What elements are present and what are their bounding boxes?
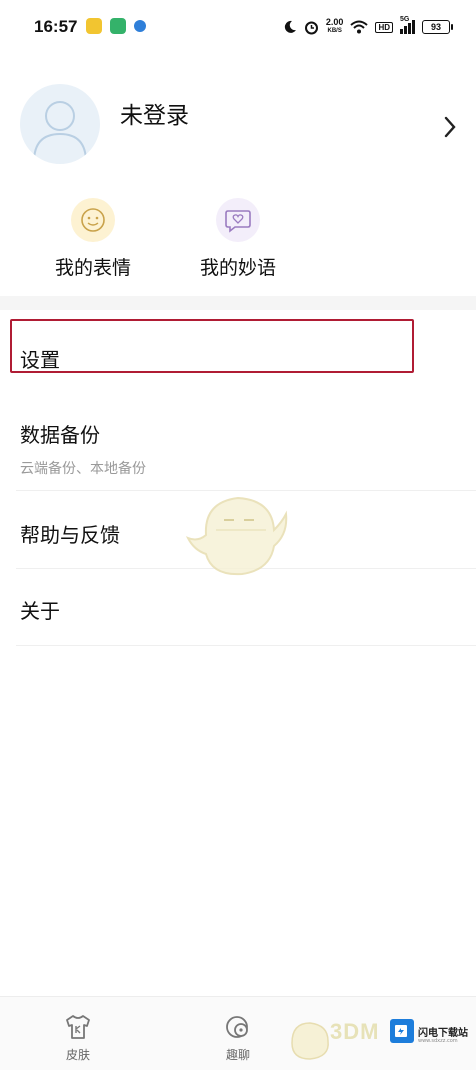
my-stickers-button[interactable]: 我的表情 bbox=[38, 195, 148, 280]
heart-chat-bubble-icon bbox=[213, 195, 263, 245]
smile-face-icon bbox=[68, 195, 118, 245]
tab-label: 皮肤 bbox=[65, 1048, 90, 1062]
quick-action-label: 我的表情 bbox=[54, 257, 131, 279]
menu-title: 关于 bbox=[20, 599, 60, 623]
signal-icon: 5G bbox=[400, 16, 415, 34]
tab-label: 趣聊 bbox=[225, 1048, 250, 1062]
watermark-brand-text: 闪电下载站 bbox=[418, 1028, 468, 1039]
download-site-logo-icon bbox=[390, 1019, 414, 1043]
watermark-logo-text: 3DM bbox=[330, 1019, 380, 1044]
hd-badge: HD bbox=[375, 21, 393, 33]
quick-action-label: 我的妙语 bbox=[199, 257, 276, 279]
network-type-label: 5G bbox=[400, 16, 410, 23]
battery-indicator: 93 bbox=[422, 20, 453, 34]
app-notification-icon-2 bbox=[110, 18, 126, 34]
divider bbox=[16, 645, 476, 646]
network-speed: 2.00 KB/S bbox=[325, 17, 344, 35]
my-phrases-button[interactable]: 我的妙语 bbox=[183, 195, 293, 280]
avatar[interactable] bbox=[20, 84, 100, 164]
menu-title: 数据备份 bbox=[20, 423, 100, 447]
menu-item-data-backup[interactable]: 数据备份 云端备份、本地备份 bbox=[0, 395, 476, 490]
app-notification-icon-1 bbox=[86, 18, 102, 34]
section-divider bbox=[0, 296, 476, 310]
chevron-right-icon[interactable] bbox=[440, 114, 460, 140]
shirt-icon bbox=[66, 1015, 90, 1039]
status-bar: 16:57 2.00 KB/S HD 5G 93 bbox=[0, 0, 476, 52]
chat-bubble-icon bbox=[226, 1016, 248, 1038]
highlight-box bbox=[10, 319, 414, 373]
wifi-icon bbox=[350, 20, 369, 34]
default-user-icon bbox=[33, 101, 87, 163]
alarm-icon bbox=[304, 21, 318, 34]
tab-chat[interactable]: 趣聊 bbox=[203, 1013, 273, 1063]
watermark-mascot-icon bbox=[186, 496, 288, 576]
app-notification-icon-3 bbox=[134, 20, 146, 32]
watermark-mascot-small-icon bbox=[291, 1022, 329, 1060]
status-time: 16:57 bbox=[34, 17, 78, 36]
watermark-site-text: www.sdxzz.com bbox=[418, 1038, 458, 1044]
login-status[interactable]: 未登录 bbox=[120, 96, 189, 130]
menu-subtitle: 云端备份、本地备份 bbox=[20, 461, 146, 477]
moon-icon bbox=[284, 20, 296, 33]
profile-header[interactable]: 未登录 bbox=[0, 80, 476, 180]
tab-skin[interactable]: 皮肤 bbox=[43, 1013, 113, 1063]
menu-item-about[interactable]: 关于 bbox=[0, 570, 476, 645]
bottom-navigation: 皮肤 趣聊 3DM 闪电下载站 www.sdxzz.com bbox=[0, 996, 476, 1070]
menu-title: 帮助与反馈 bbox=[20, 523, 120, 547]
